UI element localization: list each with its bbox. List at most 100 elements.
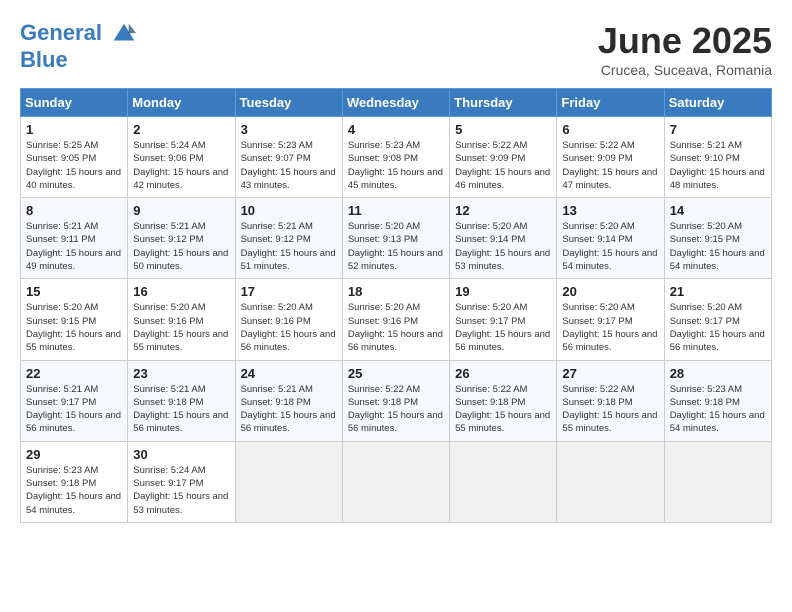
- calendar-cell: 3Sunrise: 5:23 AMSunset: 9:07 PMDaylight…: [235, 117, 342, 198]
- weekday-header-sunday: Sunday: [21, 89, 128, 117]
- sunrise-text: Sunrise: 5:20 AM: [455, 220, 551, 233]
- day-info: Sunrise: 5:22 AMSunset: 9:09 PMDaylight:…: [562, 139, 658, 192]
- day-number: 8: [26, 203, 122, 218]
- day-number: 17: [241, 284, 337, 299]
- day-info: Sunrise: 5:24 AMSunset: 9:06 PMDaylight:…: [133, 139, 229, 192]
- calendar-cell: 2Sunrise: 5:24 AMSunset: 9:06 PMDaylight…: [128, 117, 235, 198]
- month-title: June 2025: [598, 20, 772, 62]
- sunrise-text: Sunrise: 5:20 AM: [348, 301, 444, 314]
- weekday-header-thursday: Thursday: [450, 89, 557, 117]
- daylight-text: Daylight: 15 hours and 56 minutes.: [133, 409, 229, 436]
- day-number: 26: [455, 366, 551, 381]
- sunset-text: Sunset: 9:18 PM: [670, 396, 766, 409]
- sunrise-text: Sunrise: 5:22 AM: [348, 383, 444, 396]
- daylight-text: Daylight: 15 hours and 55 minutes.: [26, 328, 122, 355]
- daylight-text: Daylight: 15 hours and 56 minutes.: [455, 328, 551, 355]
- sunset-text: Sunset: 9:09 PM: [455, 152, 551, 165]
- day-number: 5: [455, 122, 551, 137]
- day-info: Sunrise: 5:20 AMSunset: 9:16 PMDaylight:…: [348, 301, 444, 354]
- calendar-cell: 19Sunrise: 5:20 AMSunset: 9:17 PMDayligh…: [450, 279, 557, 360]
- weekday-header-friday: Friday: [557, 89, 664, 117]
- calendar-cell: 12Sunrise: 5:20 AMSunset: 9:14 PMDayligh…: [450, 198, 557, 279]
- calendar-cell: [450, 441, 557, 522]
- calendar-cell: 1Sunrise: 5:25 AMSunset: 9:05 PMDaylight…: [21, 117, 128, 198]
- sunrise-text: Sunrise: 5:20 AM: [241, 301, 337, 314]
- day-info: Sunrise: 5:23 AMSunset: 9:18 PMDaylight:…: [670, 383, 766, 436]
- daylight-text: Daylight: 15 hours and 56 minutes.: [26, 409, 122, 436]
- weekday-header-wednesday: Wednesday: [342, 89, 449, 117]
- sunrise-text: Sunrise: 5:20 AM: [133, 301, 229, 314]
- daylight-text: Daylight: 15 hours and 40 minutes.: [26, 166, 122, 193]
- day-info: Sunrise: 5:20 AMSunset: 9:15 PMDaylight:…: [26, 301, 122, 354]
- day-number: 28: [670, 366, 766, 381]
- page-header: General Blue June 2025 Crucea, Suceava, …: [20, 20, 772, 78]
- day-info: Sunrise: 5:21 AMSunset: 9:18 PMDaylight:…: [241, 383, 337, 436]
- sunrise-text: Sunrise: 5:21 AM: [670, 139, 766, 152]
- day-number: 25: [348, 366, 444, 381]
- day-number: 14: [670, 203, 766, 218]
- calendar-week-1: 1Sunrise: 5:25 AMSunset: 9:05 PMDaylight…: [21, 117, 772, 198]
- sunset-text: Sunset: 9:15 PM: [670, 233, 766, 246]
- sunrise-text: Sunrise: 5:20 AM: [26, 301, 122, 314]
- calendar-cell: 17Sunrise: 5:20 AMSunset: 9:16 PMDayligh…: [235, 279, 342, 360]
- sunset-text: Sunset: 9:07 PM: [241, 152, 337, 165]
- calendar-cell: [664, 441, 771, 522]
- sunset-text: Sunset: 9:17 PM: [562, 315, 658, 328]
- daylight-text: Daylight: 15 hours and 46 minutes.: [455, 166, 551, 193]
- sunrise-text: Sunrise: 5:22 AM: [455, 139, 551, 152]
- sunrise-text: Sunrise: 5:21 AM: [241, 383, 337, 396]
- calendar-cell: [557, 441, 664, 522]
- sunrise-text: Sunrise: 5:20 AM: [562, 301, 658, 314]
- logo-text: General: [20, 20, 138, 48]
- sunset-text: Sunset: 9:18 PM: [241, 396, 337, 409]
- sunset-text: Sunset: 9:12 PM: [133, 233, 229, 246]
- calendar-cell: 11Sunrise: 5:20 AMSunset: 9:13 PMDayligh…: [342, 198, 449, 279]
- sunrise-text: Sunrise: 5:23 AM: [348, 139, 444, 152]
- calendar-cell: 20Sunrise: 5:20 AMSunset: 9:17 PMDayligh…: [557, 279, 664, 360]
- daylight-text: Daylight: 15 hours and 43 minutes.: [241, 166, 337, 193]
- daylight-text: Daylight: 15 hours and 56 minutes.: [241, 409, 337, 436]
- day-info: Sunrise: 5:21 AMSunset: 9:12 PMDaylight:…: [241, 220, 337, 273]
- daylight-text: Daylight: 15 hours and 54 minutes.: [562, 247, 658, 274]
- calendar-cell: 29Sunrise: 5:23 AMSunset: 9:18 PMDayligh…: [21, 441, 128, 522]
- day-info: Sunrise: 5:20 AMSunset: 9:15 PMDaylight:…: [670, 220, 766, 273]
- calendar-table: SundayMondayTuesdayWednesdayThursdayFrid…: [20, 88, 772, 523]
- sunrise-text: Sunrise: 5:22 AM: [562, 139, 658, 152]
- calendar-cell: 21Sunrise: 5:20 AMSunset: 9:17 PMDayligh…: [664, 279, 771, 360]
- day-info: Sunrise: 5:21 AMSunset: 9:10 PMDaylight:…: [670, 139, 766, 192]
- day-info: Sunrise: 5:20 AMSunset: 9:13 PMDaylight:…: [348, 220, 444, 273]
- daylight-text: Daylight: 15 hours and 56 minutes.: [348, 328, 444, 355]
- calendar-cell: 24Sunrise: 5:21 AMSunset: 9:18 PMDayligh…: [235, 360, 342, 441]
- day-number: 13: [562, 203, 658, 218]
- sunset-text: Sunset: 9:06 PM: [133, 152, 229, 165]
- day-number: 12: [455, 203, 551, 218]
- sunset-text: Sunset: 9:17 PM: [455, 315, 551, 328]
- day-number: 3: [241, 122, 337, 137]
- sunset-text: Sunset: 9:18 PM: [348, 396, 444, 409]
- day-number: 6: [562, 122, 658, 137]
- daylight-text: Daylight: 15 hours and 51 minutes.: [241, 247, 337, 274]
- sunrise-text: Sunrise: 5:20 AM: [562, 220, 658, 233]
- day-number: 9: [133, 203, 229, 218]
- sunrise-text: Sunrise: 5:24 AM: [133, 464, 229, 477]
- calendar-cell: 26Sunrise: 5:22 AMSunset: 9:18 PMDayligh…: [450, 360, 557, 441]
- sunrise-text: Sunrise: 5:20 AM: [455, 301, 551, 314]
- daylight-text: Daylight: 15 hours and 50 minutes.: [133, 247, 229, 274]
- day-info: Sunrise: 5:23 AMSunset: 9:08 PMDaylight:…: [348, 139, 444, 192]
- daylight-text: Daylight: 15 hours and 55 minutes.: [562, 409, 658, 436]
- weekday-header-tuesday: Tuesday: [235, 89, 342, 117]
- day-info: Sunrise: 5:21 AMSunset: 9:11 PMDaylight:…: [26, 220, 122, 273]
- sunset-text: Sunset: 9:05 PM: [26, 152, 122, 165]
- daylight-text: Daylight: 15 hours and 56 minutes.: [562, 328, 658, 355]
- daylight-text: Daylight: 15 hours and 56 minutes.: [241, 328, 337, 355]
- calendar-cell: 18Sunrise: 5:20 AMSunset: 9:16 PMDayligh…: [342, 279, 449, 360]
- sunrise-text: Sunrise: 5:25 AM: [26, 139, 122, 152]
- daylight-text: Daylight: 15 hours and 54 minutes.: [26, 490, 122, 517]
- sunset-text: Sunset: 9:18 PM: [133, 396, 229, 409]
- day-number: 15: [26, 284, 122, 299]
- day-info: Sunrise: 5:25 AMSunset: 9:05 PMDaylight:…: [26, 139, 122, 192]
- calendar-cell: 8 Sunrise: 5:21 AMSunset: 9:11 PMDaylight…: [21, 198, 128, 279]
- sunrise-text: Sunrise: 5:20 AM: [670, 220, 766, 233]
- day-number: 22: [26, 366, 122, 381]
- day-number: 23: [133, 366, 229, 381]
